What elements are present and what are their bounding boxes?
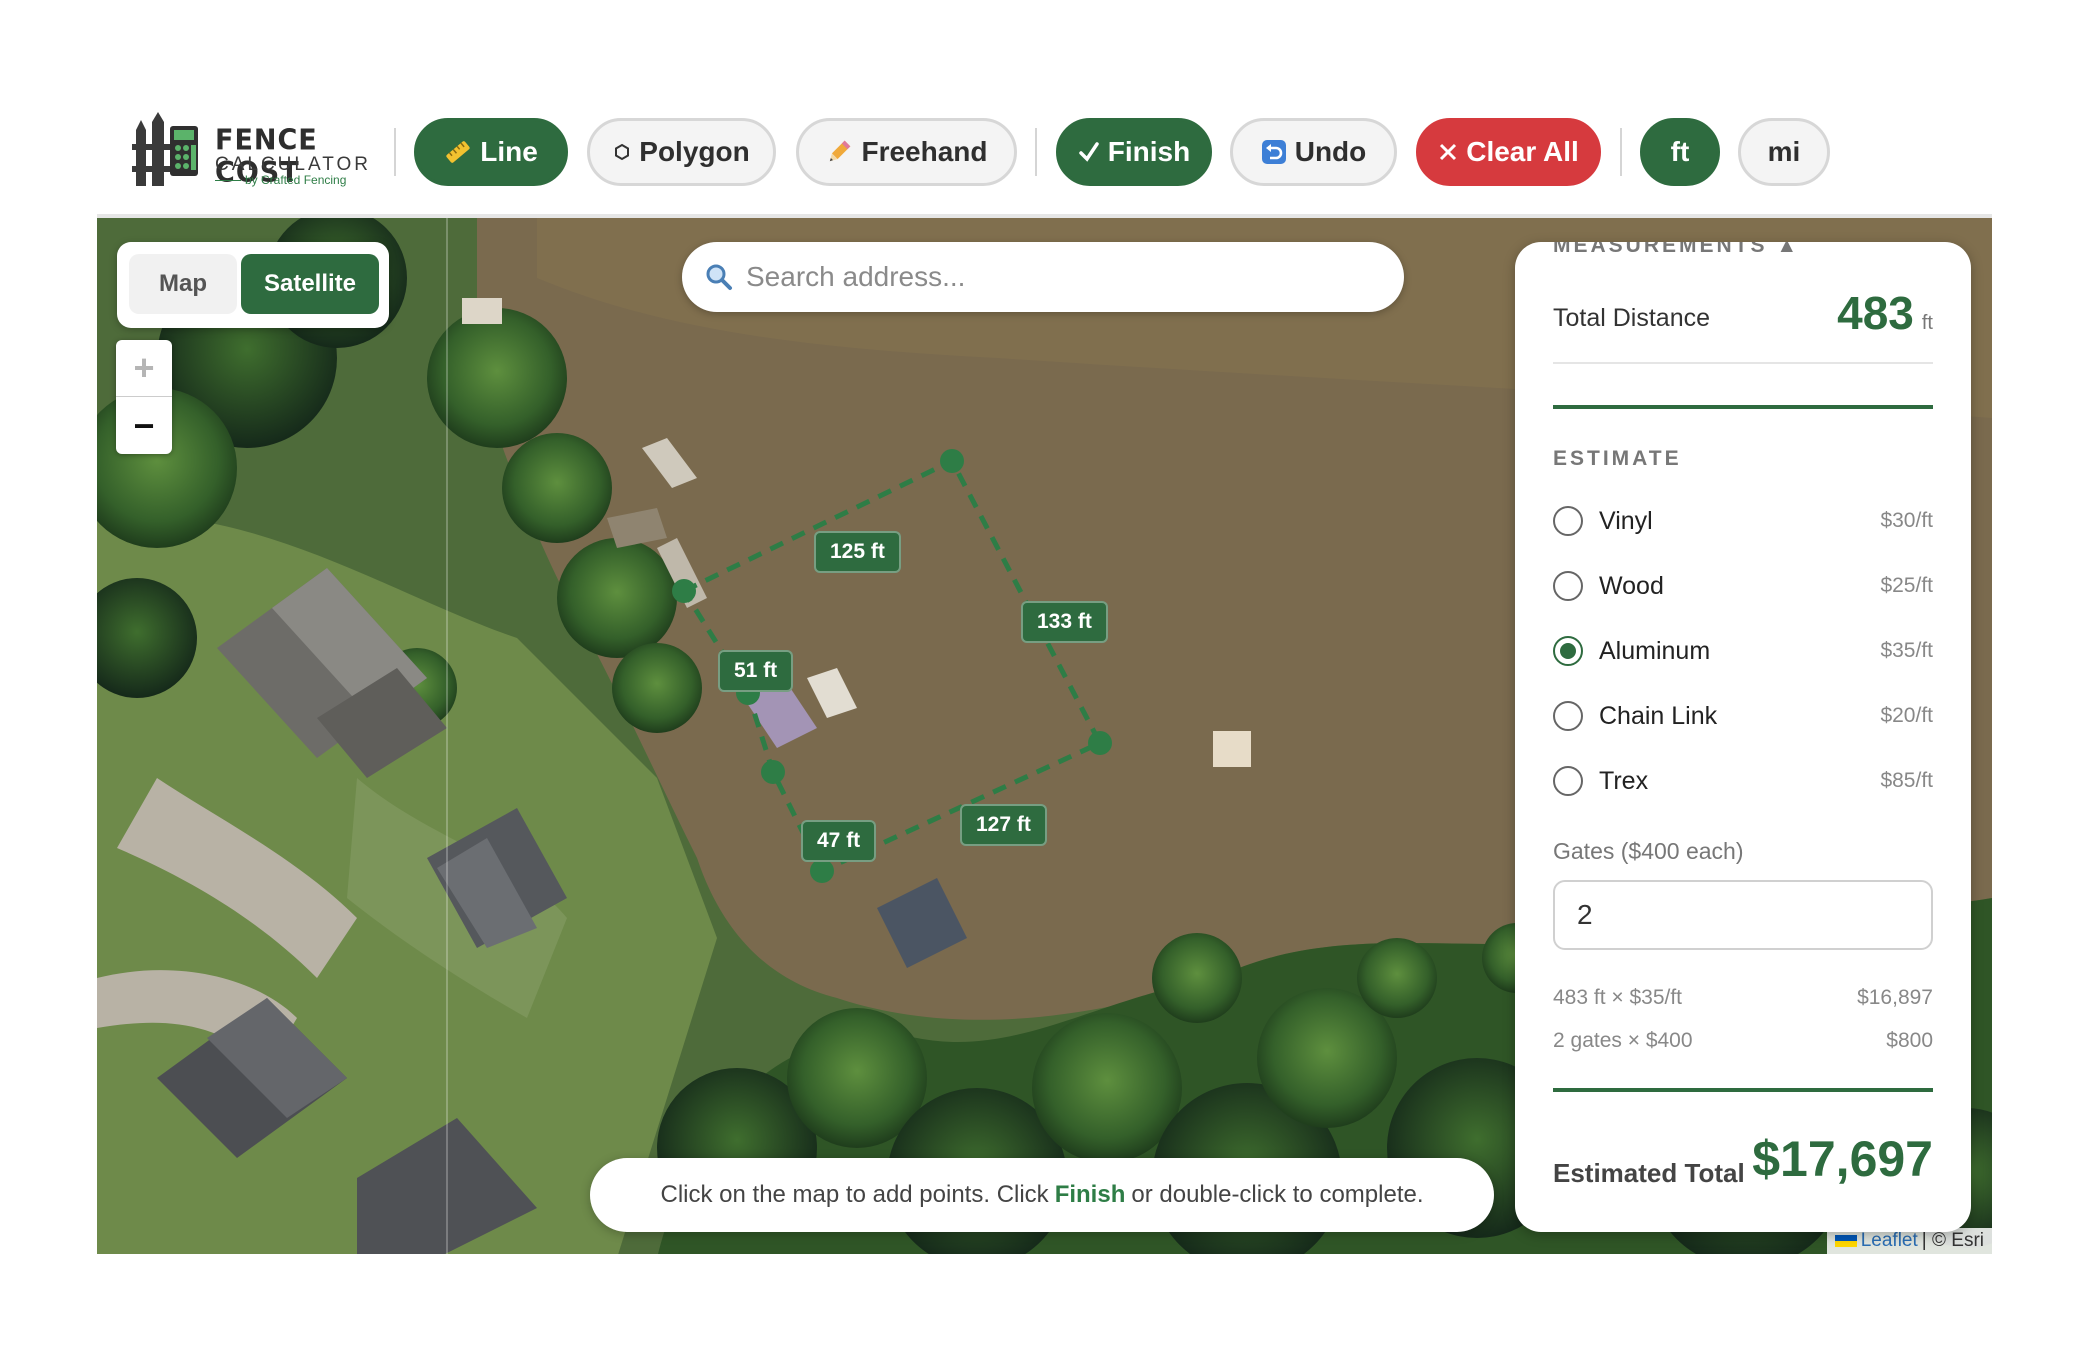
zoom-in-button[interactable]: + [116, 340, 172, 397]
total-distance-value: 483 [1837, 287, 1914, 339]
calc-value: $800 [1886, 1029, 1933, 1052]
polygon-tool-button[interactable]: Polygon [587, 118, 776, 186]
check-icon [1078, 141, 1100, 163]
search-input[interactable] [746, 261, 1366, 293]
toolbar-divider [1035, 128, 1037, 176]
fence-vertex[interactable] [940, 449, 964, 473]
freehand-tool-button[interactable]: Freehand [796, 118, 1017, 186]
fence-vertex[interactable] [1088, 731, 1112, 755]
total-distance-unit: ft [1921, 312, 1933, 334]
clear-all-button[interactable]: Clear All [1416, 118, 1601, 186]
material-option-wood[interactable]: Wood $25/ft [1553, 564, 1933, 608]
radio-button[interactable] [1553, 571, 1583, 601]
material-price: $25/ft [1880, 574, 1933, 597]
hint-finish-keyword: Finish [1054, 1181, 1126, 1208]
calc-value: $16,897 [1857, 986, 1933, 1009]
radio-button-selected[interactable] [1553, 636, 1583, 666]
segment-length-label: 51 ft [718, 650, 794, 692]
zoom-out-button[interactable]: − [116, 397, 172, 454]
calc-label: 483 ft × $35/ft [1553, 986, 1683, 1009]
segment-length-label: 125 ft [814, 531, 901, 573]
toolbar-divider [394, 128, 396, 176]
search-icon [704, 262, 734, 292]
fence-vertex[interactable] [672, 579, 696, 603]
calc-label: 2 gates × $400 [1553, 1029, 1693, 1052]
instruction-hint: Click on the map to add points. Click Fi… [590, 1158, 1494, 1232]
leaflet-link[interactable]: Leaflet [1861, 1230, 1918, 1252]
material-price: $30/ft [1880, 509, 1933, 532]
estimate-header: ESTIMATE [1553, 447, 1682, 470]
segment-length-label: 127 ft [960, 804, 1047, 846]
unit-mi-label: mi [1767, 136, 1801, 167]
unit-mi-button[interactable]: mi [1738, 118, 1830, 186]
material-option-vinyl[interactable]: Vinyl $30/ft [1553, 499, 1933, 543]
measurements-panel: MEASUREMENTS ▲ Total Distance 483 ft EST… [1515, 242, 1971, 1232]
clear-all-label: Clear All [1466, 136, 1579, 167]
finish-label: Finish [1107, 136, 1191, 167]
fence-logo-icon [132, 112, 198, 186]
material-price: $35/ft [1880, 639, 1933, 662]
toolbar: FENCE COST CALCULATOR by Crafted Fencing… [0, 0, 2096, 214]
satellite-layer-button[interactable]: Satellite [241, 254, 379, 314]
hint-text-after: or double-click to complete. [1131, 1181, 1424, 1208]
logo-tagline: by Crafted Fencing [215, 173, 346, 187]
hexagon-icon [613, 143, 631, 161]
toolbar-divider [1620, 128, 1622, 176]
undo-icon [1261, 139, 1287, 165]
fence-vertex[interactable] [761, 760, 785, 784]
divider [1553, 1088, 1933, 1092]
hint-text-before: Click on the map to add points. Click [660, 1181, 1049, 1208]
line-tool-button[interactable]: Line [414, 118, 568, 186]
gates-label: Gates ($400 each) [1553, 838, 1744, 864]
fence-vertex[interactable] [810, 859, 834, 883]
zoom-control: + − [116, 340, 172, 454]
address-search [682, 242, 1404, 312]
pencil-icon [825, 138, 853, 166]
finish-button[interactable]: Finish [1056, 118, 1212, 186]
ukraine-flag-icon [1834, 1235, 1857, 1247]
material-price: $20/ft [1880, 704, 1933, 727]
material-name: Trex [1599, 766, 1649, 795]
material-name: Aluminum [1599, 636, 1711, 665]
estimated-total-value: $17,697 [1752, 1131, 1933, 1187]
unit-ft-label: ft [1670, 136, 1690, 167]
calc-row-gates: 2 gates × $400 $800 [1553, 1029, 1933, 1053]
gates-input[interactable] [1553, 880, 1933, 950]
divider [1553, 405, 1933, 409]
measurements-header[interactable]: MEASUREMENTS ▲ [1553, 242, 1800, 258]
material-price: $85/ft [1880, 769, 1933, 792]
polygon-tool-label: Polygon [639, 136, 750, 167]
segment-length-label: 133 ft [1021, 601, 1108, 643]
total-distance-label: Total Distance [1553, 304, 1711, 332]
total-distance: 483 ft [1837, 286, 1933, 340]
segment-length-label: 47 ft [801, 820, 877, 862]
ruler-icon [444, 138, 472, 166]
close-icon [1438, 142, 1458, 162]
material-name: Chain Link [1599, 701, 1718, 730]
app-logo: FENCE COST CALCULATOR by Crafted Fencing [132, 112, 382, 192]
material-name: Vinyl [1599, 506, 1653, 535]
map-layer-button[interactable]: Map [129, 254, 237, 314]
material-option-chain-link[interactable]: Chain Link $20/ft [1553, 694, 1933, 738]
radio-button[interactable] [1553, 766, 1583, 796]
undo-button[interactable]: Undo [1230, 118, 1397, 186]
freehand-tool-label: Freehand [861, 136, 988, 167]
material-option-trex[interactable]: Trex $85/ft [1553, 759, 1933, 803]
unit-ft-button[interactable]: ft [1640, 118, 1720, 186]
radio-button[interactable] [1553, 701, 1583, 731]
calc-row-fence: 483 ft × $35/ft $16,897 [1553, 986, 1933, 1010]
layer-toggle: Map Satellite [117, 242, 389, 328]
divider [1553, 362, 1933, 364]
material-name: Wood [1599, 571, 1664, 600]
radio-button[interactable] [1553, 506, 1583, 536]
esri-credit: | © Esri [1921, 1230, 1984, 1251]
material-option-aluminum[interactable]: Aluminum $35/ft [1553, 629, 1933, 673]
estimated-total-label: Estimated Total [1553, 1158, 1745, 1188]
undo-label: Undo [1294, 136, 1367, 167]
line-tool-label: Line [480, 136, 538, 167]
map-canvas[interactable]: 125 ft 133 ft 51 ft 127 ft 47 ft Map Sat… [97, 214, 1992, 1254]
